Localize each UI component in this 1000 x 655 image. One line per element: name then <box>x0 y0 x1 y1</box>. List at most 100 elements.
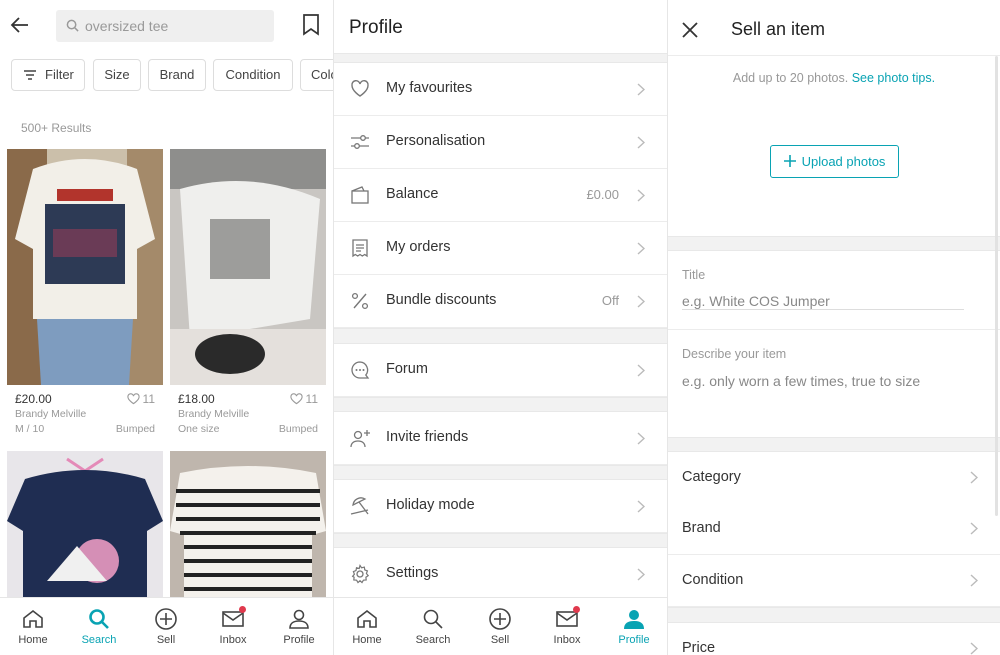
inbox-icon <box>221 606 246 631</box>
nav-inbox[interactable]: Inbox <box>200 598 266 655</box>
nav-inbox[interactable]: Inbox <box>534 598 600 655</box>
nav-search[interactable]: Search <box>400 598 466 655</box>
nav-label: Search <box>81 634 117 646</box>
colour-chip-label: Colour <box>311 67 333 82</box>
size-chip-label: Size <box>104 67 130 82</box>
scrollbar[interactable] <box>995 56 998 516</box>
nav-sell[interactable]: Sell <box>133 598 199 655</box>
receipt-icon <box>350 238 370 258</box>
bookmark-icon[interactable] <box>302 14 320 36</box>
percent-icon <box>350 291 370 311</box>
notification-badge <box>573 606 580 613</box>
home-icon <box>21 607 45 631</box>
nav-profile[interactable]: Profile <box>601 598 667 655</box>
close-icon[interactable] <box>682 22 698 38</box>
field-label: Price <box>682 640 716 655</box>
category-field[interactable]: Category <box>668 452 1000 504</box>
heart-icon <box>126 393 140 405</box>
field-label: Condition <box>682 572 744 588</box>
filter-chips: Filter Size Brand Condition Colour <box>11 59 333 91</box>
likes-count[interactable]: 11 <box>126 392 155 406</box>
section-divider <box>668 437 1000 452</box>
menu-item-orders[interactable]: My orders <box>334 222 667 275</box>
nav-profile[interactable]: Profile <box>266 598 332 655</box>
brand-field[interactable]: Brand <box>668 503 1000 555</box>
chevron-right-icon <box>637 189 645 202</box>
gear-icon <box>350 564 370 584</box>
search-header: oversized tee <box>0 0 333 52</box>
description-input[interactable]: e.g. only worn a few times, true to size <box>682 373 920 389</box>
beach-umbrella-icon <box>350 496 370 516</box>
chevron-right-icon <box>970 522 978 535</box>
likes-value: 11 <box>305 392 318 406</box>
price-field[interactable]: Price <box>668 623 1000 655</box>
title-underline <box>682 309 964 310</box>
photo-hint-text: Add up to 20 photos. <box>732 71 849 85</box>
search-input[interactable]: oversized tee <box>56 10 274 42</box>
chevron-right-icon <box>970 471 978 484</box>
brand-chip-label: Brand <box>159 67 195 82</box>
menu-item-settings[interactable]: Settings <box>334 548 667 601</box>
menu-item-favourites[interactable]: My favourites <box>334 63 667 116</box>
nav-sell[interactable]: Sell <box>467 598 533 655</box>
chat-bubble-icon <box>350 360 370 380</box>
plus-icon <box>783 155 796 167</box>
chevron-right-icon <box>970 642 978 655</box>
page-title: Sell an item <box>731 19 826 39</box>
condition-filter-chip[interactable]: Condition <box>213 59 293 91</box>
divider <box>668 329 1000 330</box>
chevron-right-icon <box>637 295 645 308</box>
back-arrow-icon[interactable] <box>10 15 30 35</box>
listing-card[interactable] <box>170 451 326 597</box>
menu-item-label: Holiday mode <box>386 497 475 513</box>
field-label: Brand <box>682 520 721 536</box>
condition-field[interactable]: Condition <box>668 555 1000 607</box>
listing-photo <box>7 451 163 597</box>
chevron-right-icon <box>637 364 645 377</box>
listing-card[interactable]: £18.00 11 Brandy Melville One size Bumpe… <box>170 149 326 439</box>
menu-item-label: Personalisation <box>386 133 486 149</box>
filter-button[interactable]: Filter <box>11 59 85 91</box>
title-label: Title <box>682 268 706 282</box>
upload-photos-button[interactable]: Upload photos <box>770 145 899 178</box>
nav-label: Home <box>352 634 382 646</box>
chevron-right-icon <box>637 136 645 149</box>
bumped-label: Bumped <box>278 423 318 435</box>
chevron-right-icon <box>637 500 645 513</box>
nav-label: Sell <box>490 634 510 646</box>
menu-item-label: Forum <box>386 361 428 377</box>
title-input[interactable]: e.g. White COS Jumper <box>682 293 830 309</box>
person-icon <box>287 607 311 631</box>
colour-filter-chip[interactable]: Colour <box>300 59 333 91</box>
heart-icon <box>289 393 303 405</box>
nav-label: Inbox <box>553 634 581 646</box>
brand-filter-chip[interactable]: Brand <box>148 59 206 91</box>
menu-item-invite-friends[interactable]: Invite friends <box>334 412 667 465</box>
listing-card[interactable]: £20.00 11 Brandy Melville M / 10 Bumped <box>7 149 163 439</box>
profile-screen: Profile My favourites Personalisation Ba… <box>333 0 667 655</box>
menu-item-holiday-mode[interactable]: Holiday mode <box>334 480 667 533</box>
menu-item-balance[interactable]: Balance £0.00 <box>334 169 667 222</box>
menu-item-personalisation[interactable]: Personalisation <box>334 116 667 169</box>
chevron-right-icon <box>970 574 978 587</box>
photo-tips-link[interactable]: See photo tips. <box>852 71 935 85</box>
nav-home[interactable]: Home <box>0 598 66 655</box>
nav-home[interactable]: Home <box>334 598 400 655</box>
chevron-right-icon <box>637 432 645 445</box>
bottom-navigation: Home Search Sell Inbox Profile <box>0 597 333 655</box>
inbox-icon <box>555 606 580 631</box>
likes-count[interactable]: 11 <box>289 392 318 406</box>
nav-label: Inbox <box>219 634 247 646</box>
search-query: oversized tee <box>85 18 169 34</box>
upload-label: Upload photos <box>801 154 886 169</box>
sell-screen: Sell an item Add up to 20 photos. See ph… <box>667 0 1000 655</box>
menu-item-forum[interactable]: Forum <box>334 344 667 397</box>
menu-item-label: Settings <box>386 565 439 581</box>
section-divider <box>334 397 667 412</box>
nav-search[interactable]: Search <box>66 598 132 655</box>
size-filter-chip[interactable]: Size <box>93 59 141 91</box>
home-icon <box>355 607 379 631</box>
listing-card[interactable] <box>7 451 163 597</box>
menu-item-bundle-discounts[interactable]: Bundle discounts Off <box>334 275 667 328</box>
section-divider <box>334 465 667 480</box>
